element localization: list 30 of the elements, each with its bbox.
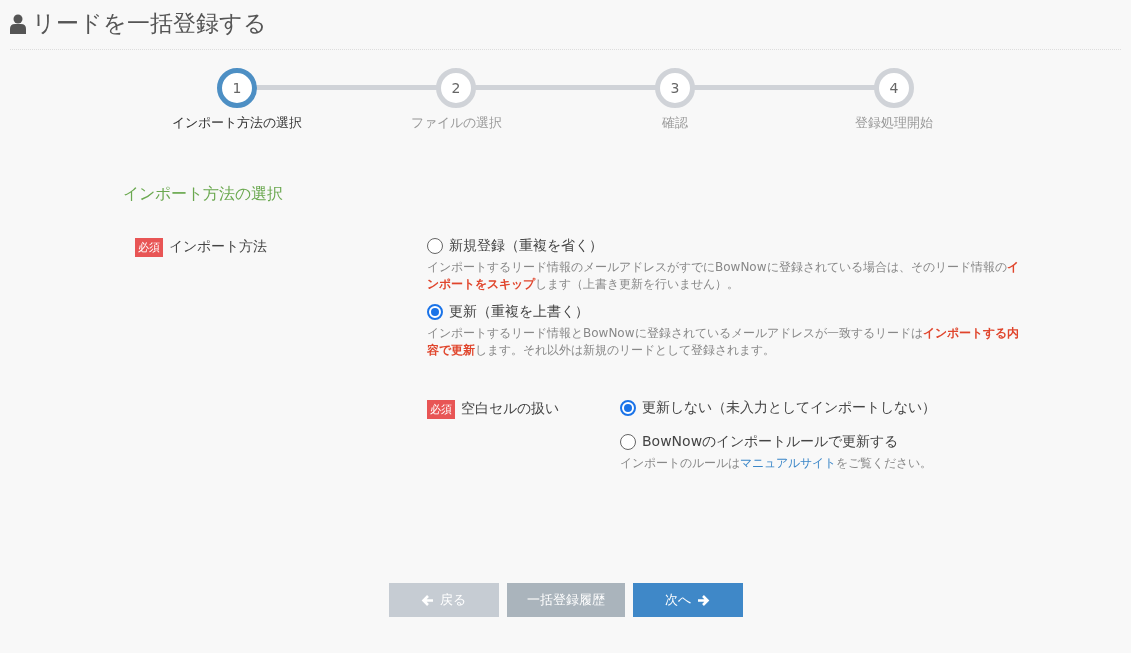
radio-button[interactable] [620, 434, 636, 450]
arrow-left-icon [421, 593, 434, 607]
step-circle: 1 [217, 68, 257, 108]
option-label[interactable]: 更新（重複を上書く） [449, 303, 589, 321]
radio-button[interactable] [620, 400, 636, 416]
field-label: インポート方法 [169, 238, 267, 256]
step-label: 確認 [662, 114, 688, 132]
step-circle: 3 [655, 68, 695, 108]
arrow-right-icon [697, 593, 710, 607]
option-description: インポートするリード情報のメールアドレスがすでにBowNowに登録されている場合は、そのリード情報のインポートをスキップします（上書き更新を行いません）。 [427, 259, 1020, 293]
page-title: リードを一括登録する [32, 9, 267, 38]
option-description: インポートするリード情報とBowNowに登録されているメールアドレスが一致するリードはインポートする内容で更新します。それ以外は新規のリードとして登録されます。 [427, 325, 1020, 359]
next-button[interactable]: 次へ [632, 583, 743, 617]
option-label[interactable]: 新規登録（重複を省く） [449, 237, 603, 255]
required-badge: 必須 [135, 237, 163, 257]
step-circle: 2 [436, 68, 476, 108]
step-circle: 4 [874, 68, 914, 108]
step-label: インポート方法の選択 [172, 114, 302, 132]
option-label[interactable]: 更新しない（未入力としてインポートしない） [642, 399, 936, 417]
option-note: インポートのルールはマニュアルサイト をご覧ください。 [620, 455, 933, 472]
option-label[interactable]: BowNowのインポートルールで更新する [642, 433, 899, 451]
step-label: ファイルの選択 [410, 114, 502, 132]
radio-button[interactable] [427, 304, 443, 320]
user-icon [10, 13, 26, 34]
section-title: インポート方法の選択 [123, 184, 284, 205]
required-badge: 必須 [427, 399, 455, 419]
step-label: 登録処理開始 [855, 114, 933, 132]
radio-button[interactable] [427, 238, 443, 254]
field-label: 空白セルの扱い [461, 400, 559, 418]
manual-site-link[interactable]: マニュアルサイト [740, 456, 836, 470]
